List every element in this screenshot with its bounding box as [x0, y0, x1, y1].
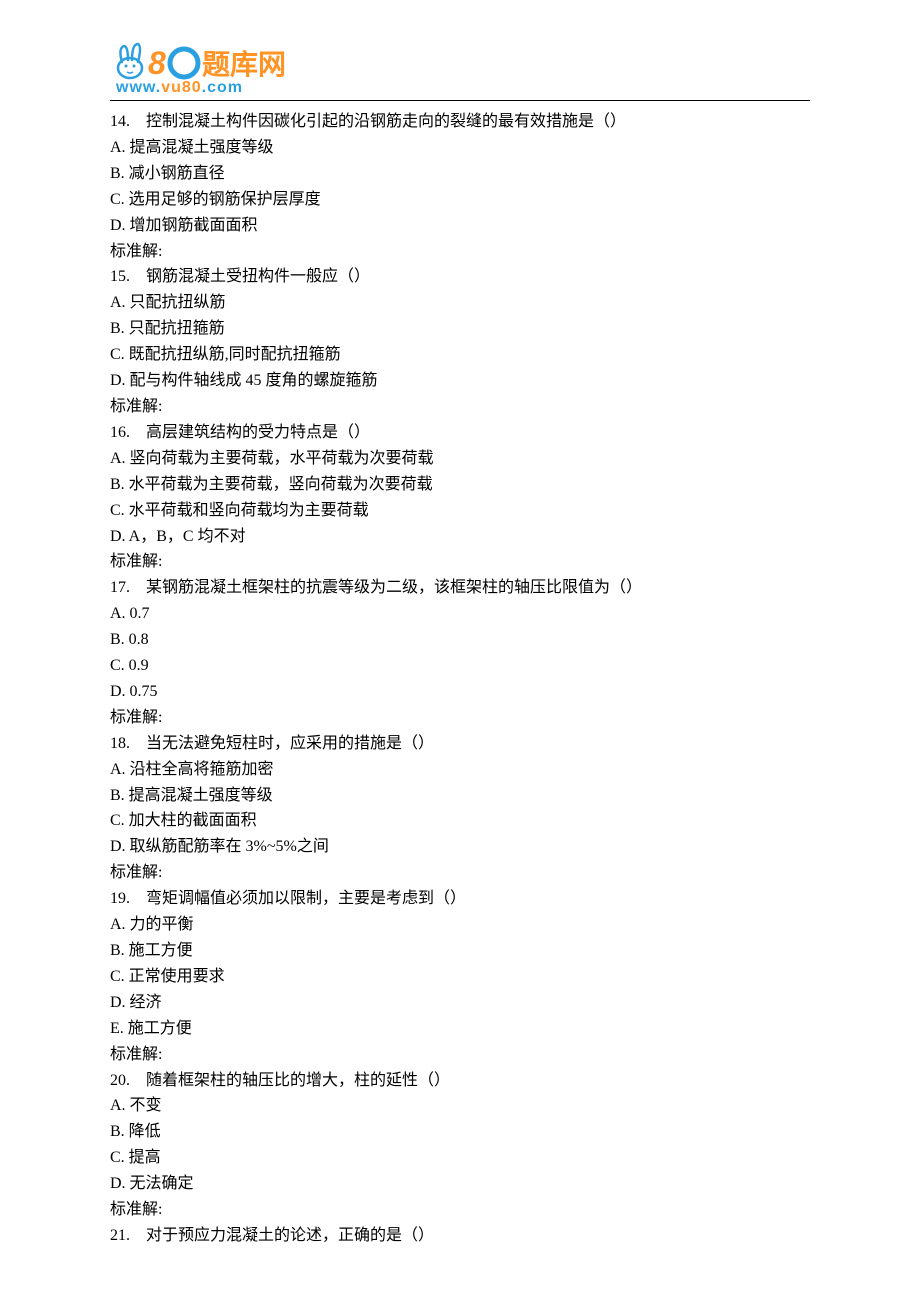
question-stem: 控制混凝土构件因碳化引起的沿钢筋走向的裂缝的最有效措施是（）: [146, 113, 626, 130]
question-stem: 当无法避免短柱时，应采用的措施是（）: [146, 735, 434, 752]
question-18: 18. 当无法避免短柱时，应采用的措施是（）: [110, 731, 810, 757]
option: B. 0.8: [110, 627, 810, 653]
question-number: 20.: [110, 1072, 130, 1089]
option: C. 选用足够的钢筋保护层厚度: [110, 187, 810, 213]
site-logo: 8 题库网 www.vu80.com: [110, 40, 810, 98]
option: B. 降低: [110, 1119, 810, 1145]
option: A. 只配抗扭纵筋: [110, 290, 810, 316]
answer-label: 标准解:: [110, 1042, 810, 1068]
question-number: 16.: [110, 424, 130, 441]
logo-text: 题库网: [202, 49, 286, 80]
question-number: 18.: [110, 735, 130, 752]
option: C. 既配抗扭纵筋,同时配抗扭箍筋: [110, 342, 810, 368]
document-page: 8 题库网 www.vu80.com 14. 控制混凝土构件因碳化引起的沿钢筋走…: [0, 0, 920, 1309]
option: B. 提高混凝土强度等级: [110, 783, 810, 809]
option: C. 0.9: [110, 653, 810, 679]
option: C. 水平荷载和竖向荷载均为主要荷载: [110, 498, 810, 524]
question-stem: 对于预应力混凝土的论述，正确的是（）: [146, 1227, 434, 1244]
option: B. 水平荷载为主要荷载，竖向荷载为次要荷载: [110, 472, 810, 498]
answer-label: 标准解:: [110, 1197, 810, 1223]
option: D. 0.75: [110, 679, 810, 705]
option: D. 无法确定: [110, 1171, 810, 1197]
question-21: 21. 对于预应力混凝土的论述，正确的是（）: [110, 1223, 810, 1249]
question-number: 14.: [110, 113, 130, 130]
answer-label: 标准解:: [110, 860, 810, 886]
logo-svg: 8 题库网 www.vu80.com: [110, 40, 340, 98]
option: C. 正常使用要求: [110, 964, 810, 990]
question-stem: 钢筋混凝土受扭构件一般应（）: [146, 268, 370, 285]
logo-8: 8: [148, 45, 166, 81]
option: A. 0.7: [110, 601, 810, 627]
question-15: 15. 钢筋混凝土受扭构件一般应（）: [110, 264, 810, 290]
option: A. 竖向荷载为主要荷载，水平荷载为次要荷载: [110, 446, 810, 472]
question-number: 19.: [110, 890, 130, 907]
option: A. 不变: [110, 1093, 810, 1119]
question-stem: 随着框架柱的轴压比的增大，柱的延性（）: [146, 1072, 450, 1089]
answer-label: 标准解:: [110, 239, 810, 265]
option: B. 只配抗扭箍筋: [110, 316, 810, 342]
answer-label: 标准解:: [110, 394, 810, 420]
question-stem: 高层建筑结构的受力特点是（）: [146, 424, 370, 441]
option: D. 增加钢筋截面面积: [110, 213, 810, 239]
question-16: 16. 高层建筑结构的受力特点是（）: [110, 420, 810, 446]
question-number: 21.: [110, 1227, 130, 1244]
header-divider: [110, 100, 810, 101]
option: D. A，B，C 均不对: [110, 524, 810, 550]
question-19: 19. 弯矩调幅值必须加以限制，主要是考虑到（）: [110, 886, 810, 912]
question-17: 17. 某钢筋混凝土框架柱的抗震等级为二级，该框架柱的轴压比限值为（）: [110, 575, 810, 601]
option: E. 施工方便: [110, 1016, 810, 1042]
question-stem: 某钢筋混凝土框架柱的抗震等级为二级，该框架柱的轴压比限值为（）: [146, 579, 642, 596]
option: A. 沿柱全高将箍筋加密: [110, 757, 810, 783]
option: C. 加大柱的截面面积: [110, 808, 810, 834]
answer-label: 标准解:: [110, 705, 810, 731]
answer-label: 标准解:: [110, 549, 810, 575]
option: D. 取纵筋配筋率在 3%~5%之间: [110, 834, 810, 860]
logo-url: www.vu80.com: [115, 79, 243, 96]
option: B. 减小钢筋直径: [110, 161, 810, 187]
question-20: 20. 随着框架柱的轴压比的增大，柱的延性（）: [110, 1068, 810, 1094]
question-14: 14. 控制混凝土构件因碳化引起的沿钢筋走向的裂缝的最有效措施是（）: [110, 109, 810, 135]
option: A. 提高混凝土强度等级: [110, 135, 810, 161]
option: C. 提高: [110, 1145, 810, 1171]
option: A. 力的平衡: [110, 912, 810, 938]
option: D. 配与构件轴线成 45 度角的螺旋箍筋: [110, 368, 810, 394]
option: D. 经济: [110, 990, 810, 1016]
question-number: 15.: [110, 268, 130, 285]
question-stem: 弯矩调幅值必须加以限制，主要是考虑到（）: [146, 890, 466, 907]
question-number: 17.: [110, 579, 130, 596]
questions-content: 14. 控制混凝土构件因碳化引起的沿钢筋走向的裂缝的最有效措施是（） A. 提高…: [110, 109, 810, 1249]
option: B. 施工方便: [110, 938, 810, 964]
